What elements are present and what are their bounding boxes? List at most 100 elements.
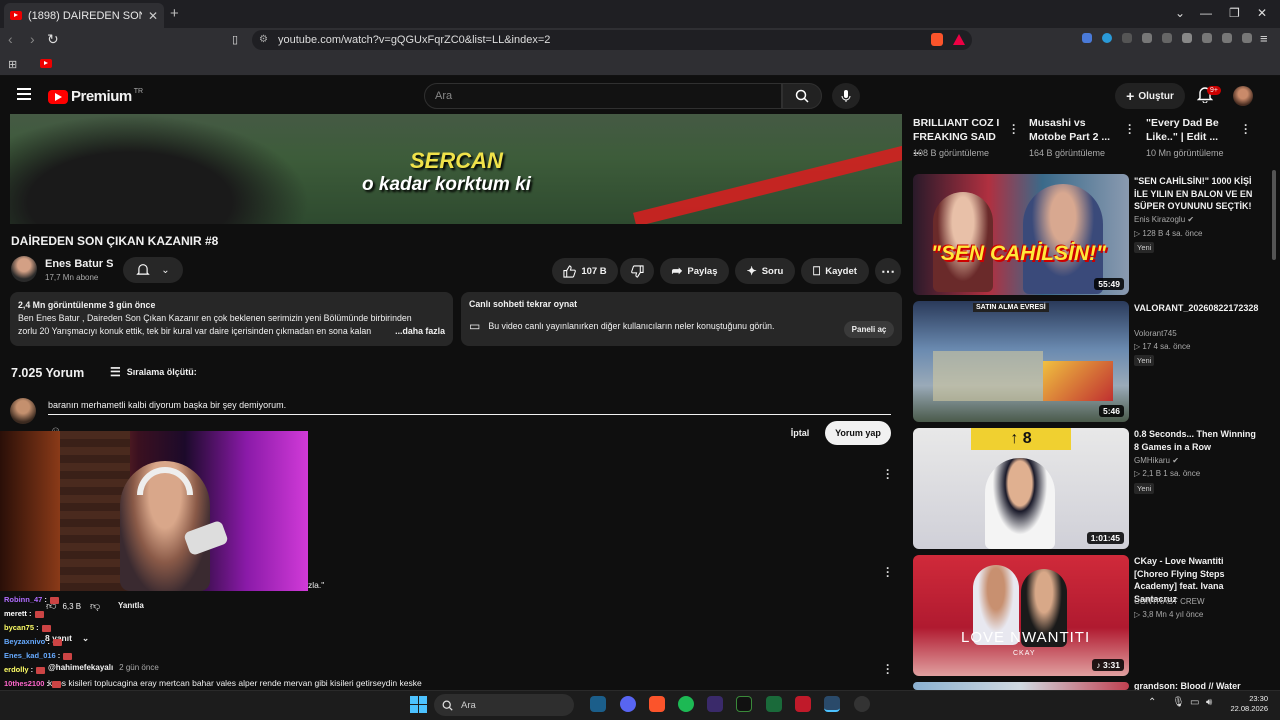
video-menu-icon[interactable]: · · · <box>1241 119 1251 139</box>
bookmark-icon: ⎕ <box>813 263 821 278</box>
video-thumbnail[interactable] <box>913 682 1129 690</box>
more-actions-button[interactable]: ⋯ <box>875 258 901 284</box>
sidebar-channel[interactable]: GMHikaru ✔ <box>1134 456 1179 465</box>
reply-button[interactable]: Yanıtla <box>118 601 144 610</box>
scrollbar[interactable] <box>1272 170 1276 260</box>
comment-input[interactable]: baranın merhametli kalbi diyorum başka b… <box>48 398 891 415</box>
leo-icon[interactable] <box>1222 33 1232 43</box>
close-window-icon[interactable]: ✕ <box>1257 6 1267 20</box>
reload-icon[interactable]: ↻ <box>47 31 59 48</box>
video-menu-icon[interactable]: · · · <box>1125 119 1135 139</box>
cancel-button[interactable]: İptal <box>785 423 815 443</box>
hamburger-menu-icon[interactable] <box>17 88 31 100</box>
subscribed-button[interactable]: ⌄ <box>123 257 183 283</box>
browser-tab[interactable]: (1898) DAİREDEN SON ÇIKAN KAZANIR ✕ <box>4 3 164 28</box>
forward-icon[interactable]: › <box>30 31 35 47</box>
channel-avatar[interactable] <box>11 256 37 282</box>
video-menu-icon[interactable]: · · · <box>1009 119 1019 139</box>
video-thumbnail[interactable]: ↑ 8 1:01:45 <box>913 428 1129 549</box>
discord-icon[interactable] <box>620 696 636 712</box>
sidebar-meta: ▷ 128 B 4 sa. önce <box>1134 229 1203 238</box>
description-box[interactable]: 2,4 Mn görüntülenme 3 gün önce Ben Enes … <box>10 292 453 346</box>
comment-menu-icon[interactable]: · · · <box>883 464 893 484</box>
nvidia-icon[interactable] <box>736 696 752 712</box>
stream-chat-line: bycan75 : <box>4 623 51 632</box>
wallet-icon[interactable] <box>1202 33 1212 43</box>
obs-icon[interactable] <box>854 696 870 712</box>
brave-shield-icon[interactable] <box>931 33 943 46</box>
apps-icon[interactable]: ⊞ <box>8 58 17 71</box>
maximize-icon[interactable]: ❐ <box>1229 6 1240 20</box>
sort-button[interactable]: ☰ Sıralama ölçütü: <box>110 365 197 379</box>
share-icon: ➦ <box>671 263 683 278</box>
video-thumbnail[interactable]: SATIN ALMA EVRESİ 5:46 <box>913 301 1129 422</box>
back-icon[interactable]: ‹ <box>8 31 13 47</box>
comment-author[interactable]: @hahimefekayalı <box>48 663 113 672</box>
voice-search-button[interactable] <box>832 83 860 109</box>
sidebar-top-title[interactable]: "Every Dad Be Like.." | Edit ... <box>1146 116 1234 144</box>
comment-dislike-icon[interactable]: 👎︎ <box>90 600 100 612</box>
tray-chevron-icon[interactable]: ⌃ <box>1148 697 1156 708</box>
taskbar-search[interactable]: Ara <box>434 694 574 716</box>
video-thumbnail[interactable]: "SEN CAHİLSİN!" 55:49 <box>913 174 1129 295</box>
volume-icon[interactable]: 🔊︎ <box>1206 697 1212 708</box>
extension-icon[interactable] <box>1162 33 1172 43</box>
like-button[interactable]: 107 B <box>552 258 618 284</box>
system-clock[interactable]: 23:30 22.08.2026 <box>1218 694 1268 714</box>
video-thumbnail[interactable]: LOVE NWANTITI CKAY ♪ 3:31 <box>913 555 1129 676</box>
sidebar-video-title[interactable]: 0.8 Seconds... Then Winning 8 Games in a… <box>1134 428 1259 453</box>
sidebar-video-title[interactable]: VALORANT_20260822172328 <box>1134 302 1259 315</box>
sidebar-video-title[interactable]: grandson: Blood // Water <box>1134 682 1259 690</box>
extension-icon[interactable] <box>1122 33 1132 43</box>
steam-icon[interactable] <box>590 696 606 712</box>
sidebar-channel[interactable]: Volorant745 <box>1134 329 1177 338</box>
menu-icon[interactable]: ≡ <box>1260 31 1268 46</box>
brave-icon[interactable] <box>649 696 665 712</box>
comment-menu-icon[interactable]: · · · <box>883 659 893 679</box>
sidebar-channel[interactable]: Enis Kirazoglu ✔ <box>1134 215 1194 224</box>
youtube-bookmark-icon[interactable] <box>40 59 52 68</box>
video-player[interactable]: SERCAN o kadar korktum ki <box>10 114 902 224</box>
mic-tray-icon[interactable]: 🎙︎ <box>1172 697 1185 708</box>
ask-button[interactable]: ✦ Soru <box>735 258 795 284</box>
comment-menu-icon[interactable]: · · · <box>883 562 893 582</box>
create-button[interactable]: + Oluştur <box>1115 83 1185 109</box>
youtube-premium-logo[interactable]: Premium TR <box>48 88 143 105</box>
share-button[interactable]: ➦ Paylaş <box>660 258 729 284</box>
app-icon[interactable] <box>707 696 723 712</box>
extension-icon[interactable] <box>1102 33 1112 43</box>
sidebar-top-title[interactable]: Musashi vs Motobe Part 2 ... <box>1029 116 1117 144</box>
new-tab-icon[interactable]: + <box>170 5 179 22</box>
search-input[interactable]: Ara <box>424 83 782 109</box>
sidebar-channel[interactable]: CONTRAST CREW <box>1134 597 1205 606</box>
sidebar-icon[interactable] <box>1182 33 1192 43</box>
puzzle-icon[interactable] <box>1142 33 1152 43</box>
chat-separator: : <box>44 679 50 688</box>
vpn-icon[interactable] <box>1242 33 1252 43</box>
app-icon[interactable] <box>795 696 811 712</box>
extension-icon[interactable] <box>1082 33 1092 43</box>
excel-icon[interactable] <box>766 696 782 712</box>
open-panel-button[interactable]: Paneli aç <box>844 321 894 338</box>
site-info-icon[interactable]: ⚙ <box>259 34 268 45</box>
windows-start-icon[interactable] <box>410 696 427 713</box>
show-more-link[interactable]: ...daha fazla <box>395 325 445 338</box>
sidebar-video-title[interactable]: "SEN CAHİLSİN!" 1000 KİŞİ İLE YILIN EN B… <box>1134 175 1259 213</box>
spotify-icon[interactable] <box>678 696 694 712</box>
brave-rewards-icon[interactable] <box>953 34 965 45</box>
tab-list-icon[interactable]: ⌄ <box>1175 6 1185 20</box>
search-button[interactable] <box>782 83 822 109</box>
bookmark-icon[interactable]: ▯ <box>232 33 238 46</box>
bell-icon <box>136 264 151 275</box>
minimize-icon[interactable]: — <box>1200 6 1212 20</box>
dislike-button[interactable] <box>620 258 654 284</box>
post-comment-button[interactable]: Yorum yap <box>825 421 891 445</box>
channel-name[interactable]: Enes Batur S <box>45 258 113 270</box>
steam-active-icon[interactable] <box>824 696 840 712</box>
save-button[interactable]: ⎕ Kaydet <box>801 258 869 284</box>
network-icon[interactable]: ▭ <box>1190 697 1199 708</box>
video-duration: 5:46 <box>1098 405 1124 417</box>
account-avatar[interactable] <box>1233 86 1253 106</box>
url-field[interactable]: youtube.com/watch?v=gQGUxFqrZC0&list=LL&… <box>252 30 972 50</box>
close-tab-icon[interactable]: ✕ <box>148 9 158 23</box>
